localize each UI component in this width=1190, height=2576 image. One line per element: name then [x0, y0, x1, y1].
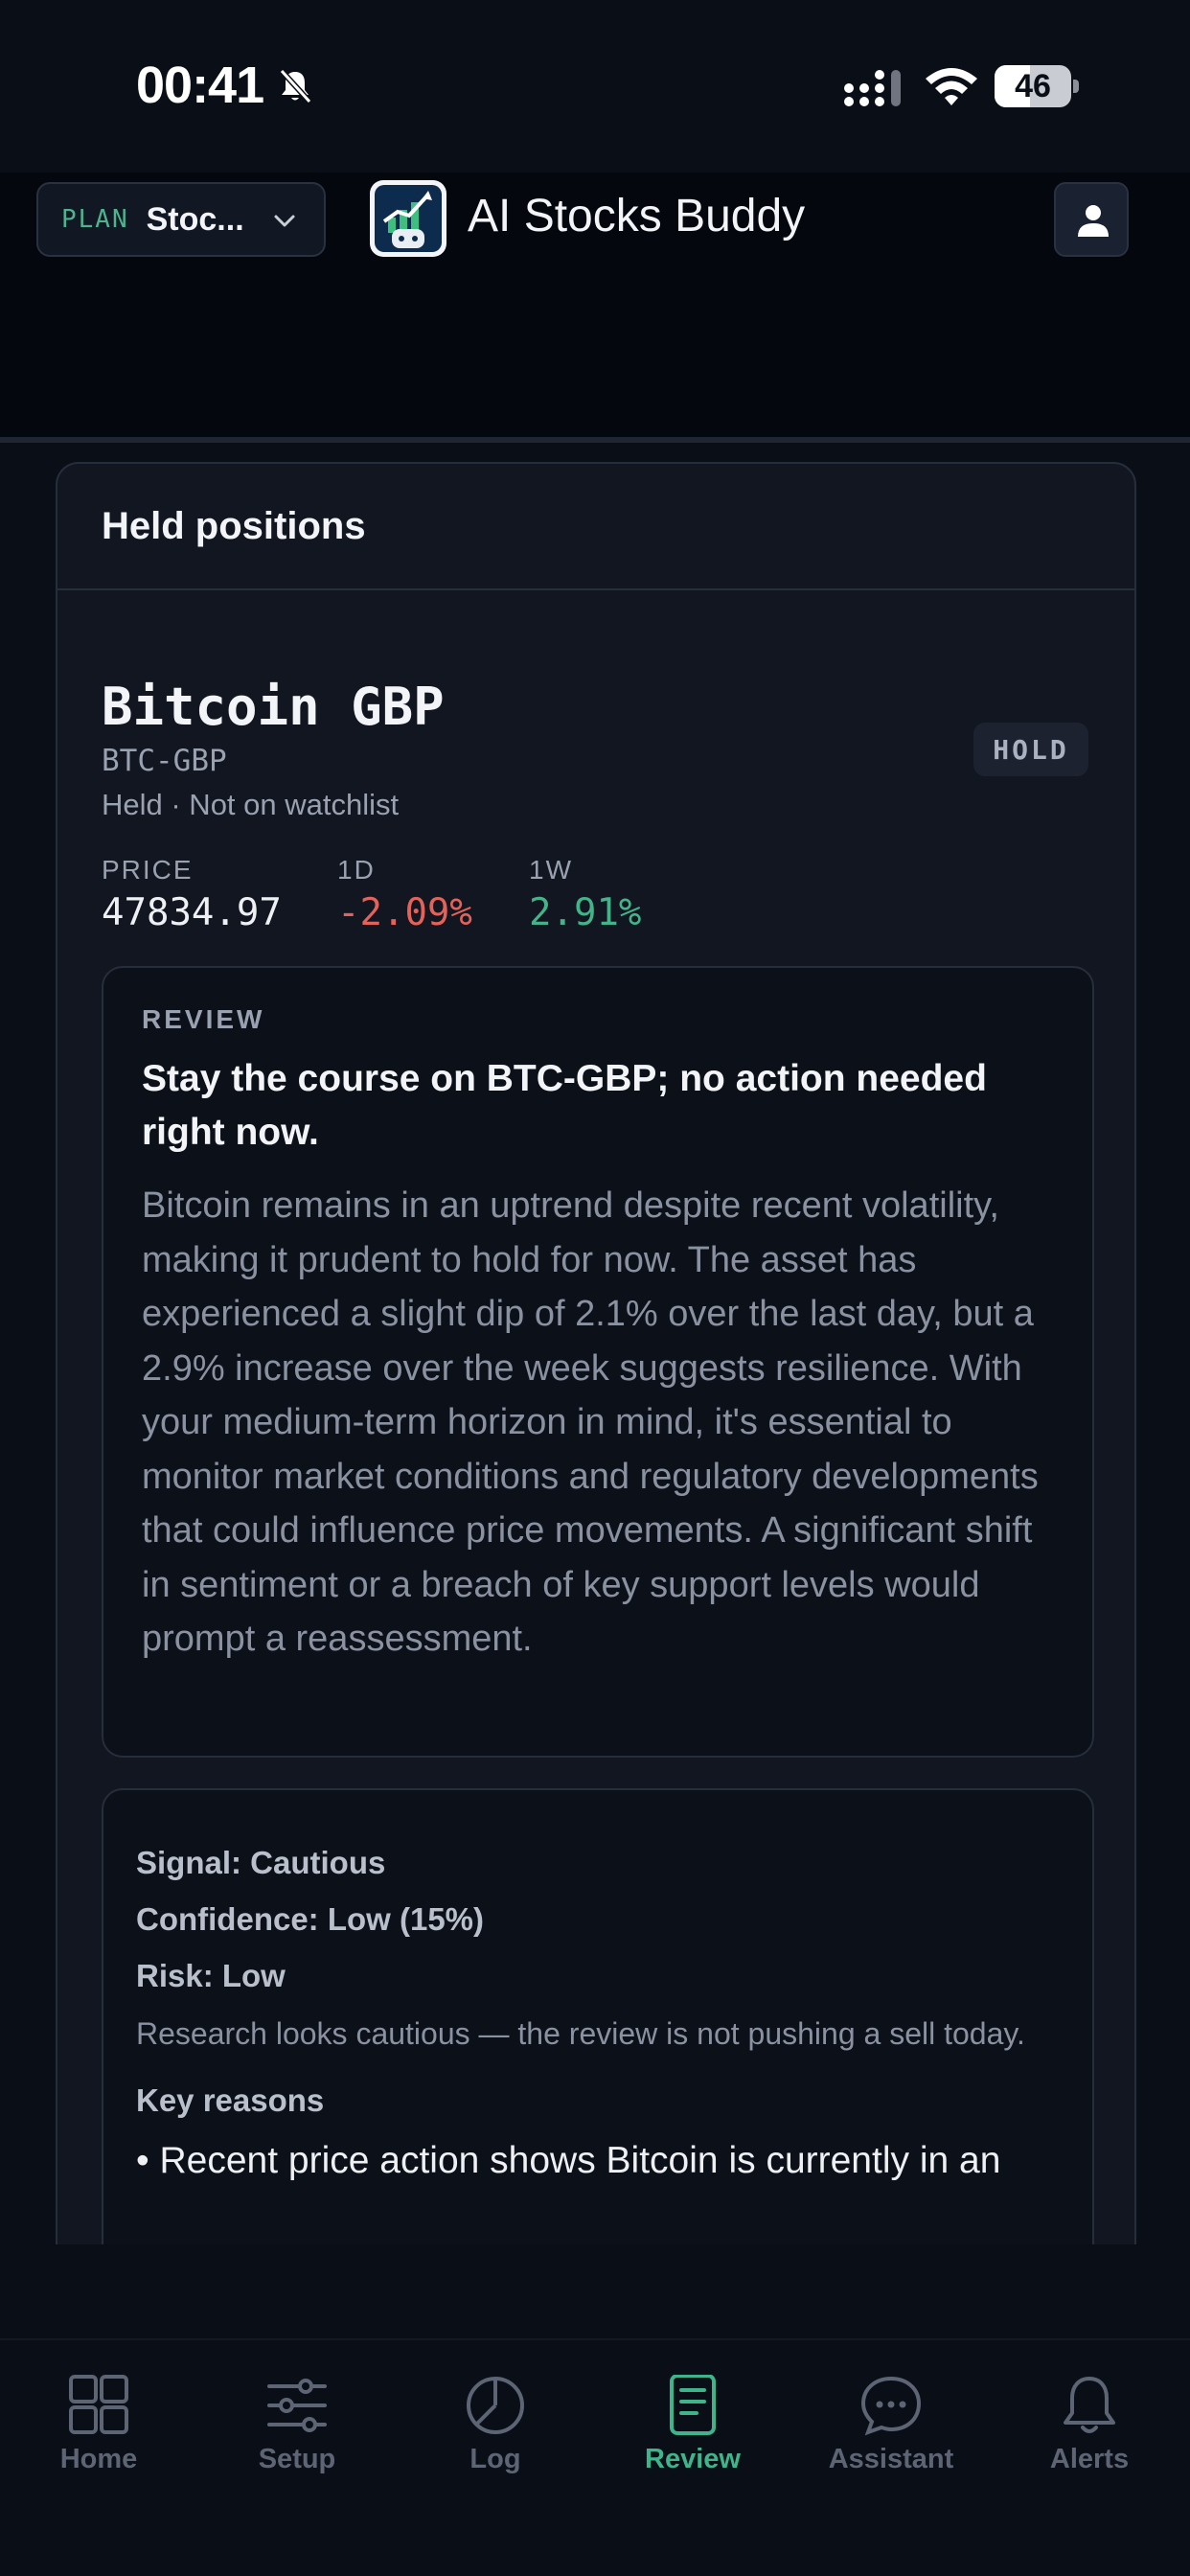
plan-value: Stoc... [146, 200, 244, 238]
sliders-icon [267, 2379, 327, 2432]
tab-label: Assistant [828, 2444, 954, 2474]
tab-label: Log [469, 2444, 521, 2474]
review-box: REVIEW Stay the course on BTC-GBP; no ac… [102, 966, 1094, 1758]
pie-chart-icon [467, 2377, 524, 2434]
signal-text: Signal: Cautious [136, 1845, 386, 1880]
reason-item: • Recent price action shows Bitcoin is c… [136, 2140, 1001, 2181]
review-headline: Stay the course on BTC-GBP; no action ne… [142, 1058, 987, 1153]
chat-bubble-icon [860, 2376, 922, 2436]
robot-chart-icon [382, 191, 432, 248]
tab-alerts[interactable]: Alerts [1003, 2375, 1176, 2509]
metric-label: 1D [337, 855, 376, 885]
battery-indicator: 46 [995, 65, 1079, 107]
app-header: PLAN Stoc... AI Stocks Buddy [0, 172, 1190, 443]
asset-meta: Held · Not on watchlist [102, 788, 400, 821]
status-bar: 00:41 46 [0, 0, 1190, 172]
wifi-icon [926, 68, 977, 105]
card-header: Held positions [57, 464, 1134, 590]
chevron-down-icon [274, 215, 295, 227]
signal-note: Research looks cautious — the review is … [136, 2016, 1025, 2051]
app-title: AI Stocks Buddy [468, 191, 806, 242]
tab-assistant[interactable]: Assistant [805, 2375, 977, 2509]
key-reasons-heading: Key reasons [136, 2082, 325, 2118]
tab-log[interactable]: Log [409, 2375, 582, 2509]
tab-label: Home [59, 2444, 138, 2474]
plan-tag: PLAN [61, 205, 129, 234]
metric-1w: 1W 2.91% [529, 855, 641, 934]
metric-price: PRICE 47834.97 [102, 855, 282, 934]
cellular-signal-icon [844, 70, 901, 106]
battery-percent: 46 [1015, 68, 1051, 104]
bottom-tab-bar: Home Setup Log Review Assistant Alerts [0, 2338, 1190, 2576]
tab-review[interactable]: Review [606, 2375, 779, 2509]
metric-label: 1W [529, 855, 573, 885]
metric-value: 2.91% [529, 891, 642, 934]
tab-home[interactable]: Home [12, 2375, 185, 2509]
grid-icon [69, 2375, 128, 2434]
risk-text: Risk: Low [136, 1958, 286, 1993]
hold-badge: HOLD [973, 723, 1088, 776]
review-label: REVIEW [142, 1004, 265, 1034]
card-title: Held positions [102, 504, 366, 547]
asset-ticker: BTC-GBP [102, 744, 227, 778]
asset-name: Bitcoin GBP [102, 677, 445, 737]
tab-label: Setup [258, 2444, 336, 2474]
main-scroll-area[interactable]: Held positions Bitcoin GBP BTC-GBP Held … [0, 447, 1190, 2244]
metric-value: 47834.97 [102, 891, 282, 934]
review-body: Bitcoin remains in an uptrend despite re… [142, 1185, 1039, 1659]
held-positions-card: Held positions Bitcoin GBP BTC-GBP Held … [56, 462, 1136, 2244]
app-logo [370, 180, 446, 257]
tab-label: Review [645, 2444, 741, 2474]
signal-box: Signal: Cautious Confidence: Low (15%) R… [102, 1788, 1094, 2244]
metric-value: -2.09% [337, 891, 472, 934]
header-divider [0, 437, 1190, 443]
document-icon [670, 2375, 716, 2435]
tab-setup[interactable]: Setup [211, 2375, 383, 2509]
confidence-text: Confidence: Low (15%) [136, 1901, 485, 1937]
bell-off-icon [279, 68, 312, 104]
metric-label: PRICE [102, 855, 194, 885]
plan-selector[interactable]: PLAN Stoc... [36, 182, 326, 257]
tab-label: Alerts [1049, 2444, 1130, 2474]
metric-1d: 1D -2.09% [337, 855, 472, 934]
profile-button[interactable] [1054, 182, 1129, 257]
user-icon [1078, 205, 1109, 237]
status-time: 00:41 [136, 57, 264, 114]
bell-icon [1064, 2377, 1115, 2433]
